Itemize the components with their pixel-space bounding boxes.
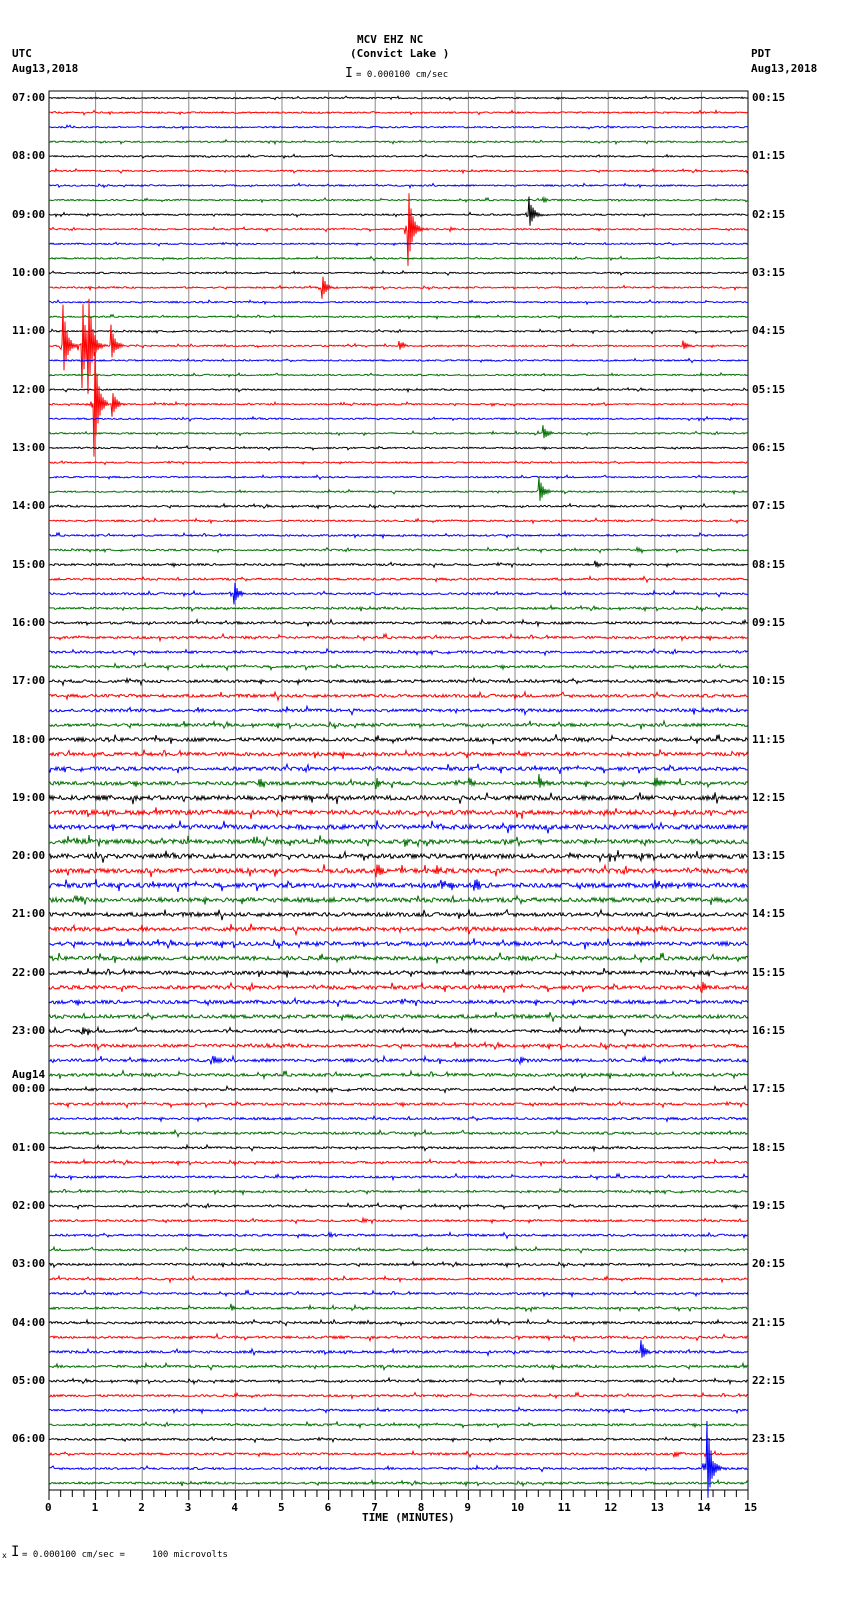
seismic-trace	[48, 371, 749, 378]
seismic-trace	[48, 195, 749, 204]
seismic-trace	[48, 1317, 749, 1327]
seismic-trace	[48, 1040, 749, 1052]
seismic-trace	[48, 952, 749, 964]
seismic-trace	[48, 1332, 749, 1343]
seismic-trace	[48, 981, 749, 994]
seismic-trace	[48, 545, 749, 555]
seismic-trace	[48, 863, 749, 878]
seismic-trace	[48, 425, 749, 439]
seismic-trace	[49, 1231, 749, 1240]
seismic-trace	[48, 647, 749, 657]
seismic-trace	[48, 820, 749, 834]
seismic-trace	[48, 1260, 749, 1269]
seismic-trace	[48, 269, 749, 277]
seismic-trace	[48, 1289, 749, 1299]
seismic-trace	[49, 124, 748, 131]
seismic-trace	[48, 1436, 749, 1444]
seismic-trace	[48, 894, 749, 906]
seismic-trace	[48, 474, 748, 481]
seismic-trace	[48, 1406, 749, 1415]
seismic-trace	[49, 531, 749, 540]
seismic-trace	[48, 704, 749, 717]
seismic-trace	[48, 1115, 749, 1123]
seismic-trace	[48, 460, 748, 466]
helicorder: MCV EHZ NC (Convict Lake ) UTC Aug13,201…	[0, 0, 850, 1613]
seismic-trace	[48, 1172, 749, 1182]
seismic-trace	[48, 849, 749, 864]
seismic-trace	[48, 676, 749, 687]
seismic-trace	[48, 938, 749, 950]
seismic-trace	[48, 996, 749, 1007]
seismic-trace	[48, 582, 749, 605]
seismic-trace	[48, 517, 749, 525]
seismic-trace	[48, 352, 749, 457]
seismic-trace	[48, 762, 749, 775]
seismic-trace	[48, 298, 749, 394]
seismic-trace	[48, 835, 749, 849]
seismic-trace	[48, 748, 749, 759]
seismic-trace	[49, 617, 749, 628]
seismic-trace	[48, 1340, 749, 1358]
seismic-trace	[48, 967, 749, 978]
seismic-trace	[48, 690, 749, 703]
seismic-trace	[49, 1420, 749, 1430]
seismic-trace	[48, 1084, 749, 1095]
seismic-trace	[48, 276, 749, 299]
seismic-trace	[48, 604, 749, 613]
seismic-trace	[48, 719, 749, 731]
seismic-trace	[49, 1216, 749, 1225]
seismic-trace	[48, 1157, 749, 1168]
seismic-trace	[48, 299, 749, 306]
seismic-trace	[48, 908, 749, 921]
seismic-trace	[48, 328, 749, 335]
seismic-trace	[48, 807, 749, 819]
seismic-trace	[48, 313, 749, 321]
seismogram-plot	[48, 90, 749, 1500]
seismic-trace	[48, 1420, 749, 1498]
seismic-trace	[48, 1187, 749, 1197]
seismic-trace	[48, 476, 749, 501]
seismic-trace	[49, 95, 749, 102]
seismic-trace	[48, 193, 749, 266]
seismic-trace	[48, 167, 749, 175]
seismic-trace	[49, 109, 749, 116]
seismic-trace	[48, 1303, 749, 1313]
seismic-trace	[48, 1376, 749, 1386]
seismic-trace	[48, 241, 749, 247]
seismic-trace	[48, 1274, 749, 1284]
seismic-trace	[48, 415, 749, 422]
seismic-trace	[48, 1054, 749, 1066]
seismic-trace	[48, 196, 749, 226]
seismic-trace	[48, 1245, 749, 1254]
seismic-trace	[48, 774, 749, 790]
seismic-trace	[48, 255, 749, 262]
seismic-trace	[49, 386, 749, 394]
seismic-trace	[48, 574, 749, 584]
seismic-trace	[48, 138, 749, 146]
seismic-trace	[48, 1361, 749, 1372]
seismic-trace	[48, 502, 749, 511]
seismic-trace	[49, 444, 749, 452]
seismic-trace	[48, 357, 749, 364]
seismic-trace	[48, 1201, 749, 1211]
seismic-trace	[48, 792, 749, 805]
seismic-trace	[49, 560, 749, 569]
seismic-trace	[48, 1391, 749, 1401]
seismic-trace	[48, 632, 749, 643]
seismic-trace	[48, 879, 749, 893]
seismic-trace	[48, 661, 749, 672]
seismic-trace	[48, 923, 749, 937]
seismic-trace	[48, 1449, 749, 1459]
seismic-trace	[48, 1011, 749, 1022]
seismic-trace	[48, 182, 749, 190]
seismic-trace	[49, 1143, 749, 1153]
seismic-trace	[48, 1128, 749, 1139]
seismic-trace	[48, 733, 749, 745]
seismic-trace	[48, 1478, 749, 1488]
seismic-trace	[48, 1025, 749, 1037]
seismic-trace	[48, 1068, 749, 1081]
seismic-trace	[48, 1100, 749, 1110]
seismic-trace	[48, 153, 749, 160]
